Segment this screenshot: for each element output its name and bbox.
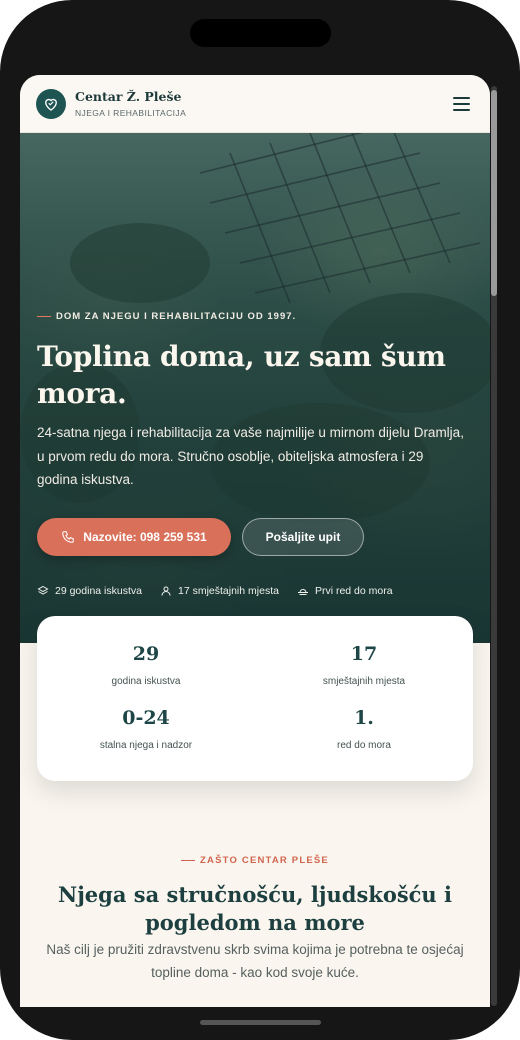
feature-label: 29 godina iskustva: [55, 585, 142, 597]
brand-tagline: NJEGA I REHABILITACIJA: [75, 108, 187, 118]
hamburger-menu-icon[interactable]: [453, 97, 470, 111]
hero-features: 29 godina iskustva 17 smještajnih mjesta…: [37, 585, 411, 597]
call-button[interactable]: Nazovite: 098 259 531: [37, 518, 231, 556]
stat-value: 1.: [354, 707, 374, 729]
phone-frame: Centar Ž. Pleše NJEGA I REHABILITACIJA D…: [0, 0, 520, 1040]
hero-eyebrow-text: DOM ZA NJEGU I REHABILITACIJU OD 1997.: [56, 311, 297, 322]
why-description: Naš cilj je pružiti zdravstvenu skrb svi…: [46, 942, 464, 980]
feature-experience: 29 godina iskustva: [37, 585, 142, 597]
scrollbar[interactable]: [491, 86, 497, 1006]
stat-value: 17: [350, 643, 378, 665]
send-inquiry-label: Pošaljite upit: [265, 530, 341, 544]
feature-label: 17 smještajnih mjesta: [177, 585, 279, 597]
feature-sea: Prvi red do mora: [297, 585, 393, 597]
stat-value: 29: [132, 643, 160, 665]
stat-item: 0-24 stalna njega i nadzor: [37, 707, 255, 751]
user-icon: [161, 586, 171, 596]
logo[interactable]: [36, 88, 66, 119]
home-indicator[interactable]: [200, 1020, 321, 1025]
brand[interactable]: Centar Ž. Pleše NJEGA I REHABILITACIJA: [75, 89, 186, 118]
sunset-icon: [297, 589, 308, 595]
phone-notch: [190, 19, 331, 47]
heart-icon: [45, 98, 57, 111]
feature-capacity: 17 smještajnih mjesta: [160, 585, 279, 597]
why-eyebrow-text: ZAŠTO CENTAR PLEŠE: [200, 855, 329, 866]
send-inquiry-button[interactable]: Pošaljite upit: [242, 518, 364, 556]
screen: Centar Ž. Pleše NJEGA I REHABILITACIJA D…: [20, 75, 490, 1007]
feature-label: Prvi red do mora: [314, 585, 393, 597]
hero-section: DOM ZA NJEGU I REHABILITACIJU OD 1997. T…: [20, 133, 490, 643]
stat-value: 0-24: [122, 707, 170, 729]
call-button-label: Nazovite: 098 259 531: [83, 530, 207, 544]
stat-label: smještajnih mjesta: [322, 676, 406, 687]
stat-label: red do mora: [337, 740, 391, 751]
stat-label: stalna njega i nadzor: [99, 740, 193, 751]
stats-card: 29 godina iskustva 17 smještajnih mjesta…: [37, 616, 473, 781]
stat-label: godina iskustva: [111, 676, 181, 687]
brand-name: Centar Ž. Pleše: [75, 89, 182, 104]
layers-icon: [37, 585, 49, 595]
stat-item: 1. red do mora: [255, 707, 473, 751]
stat-item: 29 godina iskustva: [37, 643, 255, 687]
hero-title: Toplina doma, uz sam šum mora.: [37, 340, 446, 410]
hero-description: 24-satna njega i rehabilitacija za vaše …: [37, 425, 464, 487]
why-title: Njega sa stručnošću, ljudskošću i pogled…: [58, 882, 452, 935]
site-header: Centar Ž. Pleše NJEGA I REHABILITACIJA: [20, 75, 490, 133]
phone-icon: [62, 531, 75, 543]
why-eyebrow: ZAŠTO CENTAR PLEŠE: [20, 855, 490, 866]
stat-item: 17 smještajnih mjesta: [255, 643, 473, 687]
hero-eyebrow: DOM ZA NJEGU I REHABILITACIJU OD 1997.: [37, 311, 296, 322]
scrollbar-thumb[interactable]: [491, 90, 497, 296]
